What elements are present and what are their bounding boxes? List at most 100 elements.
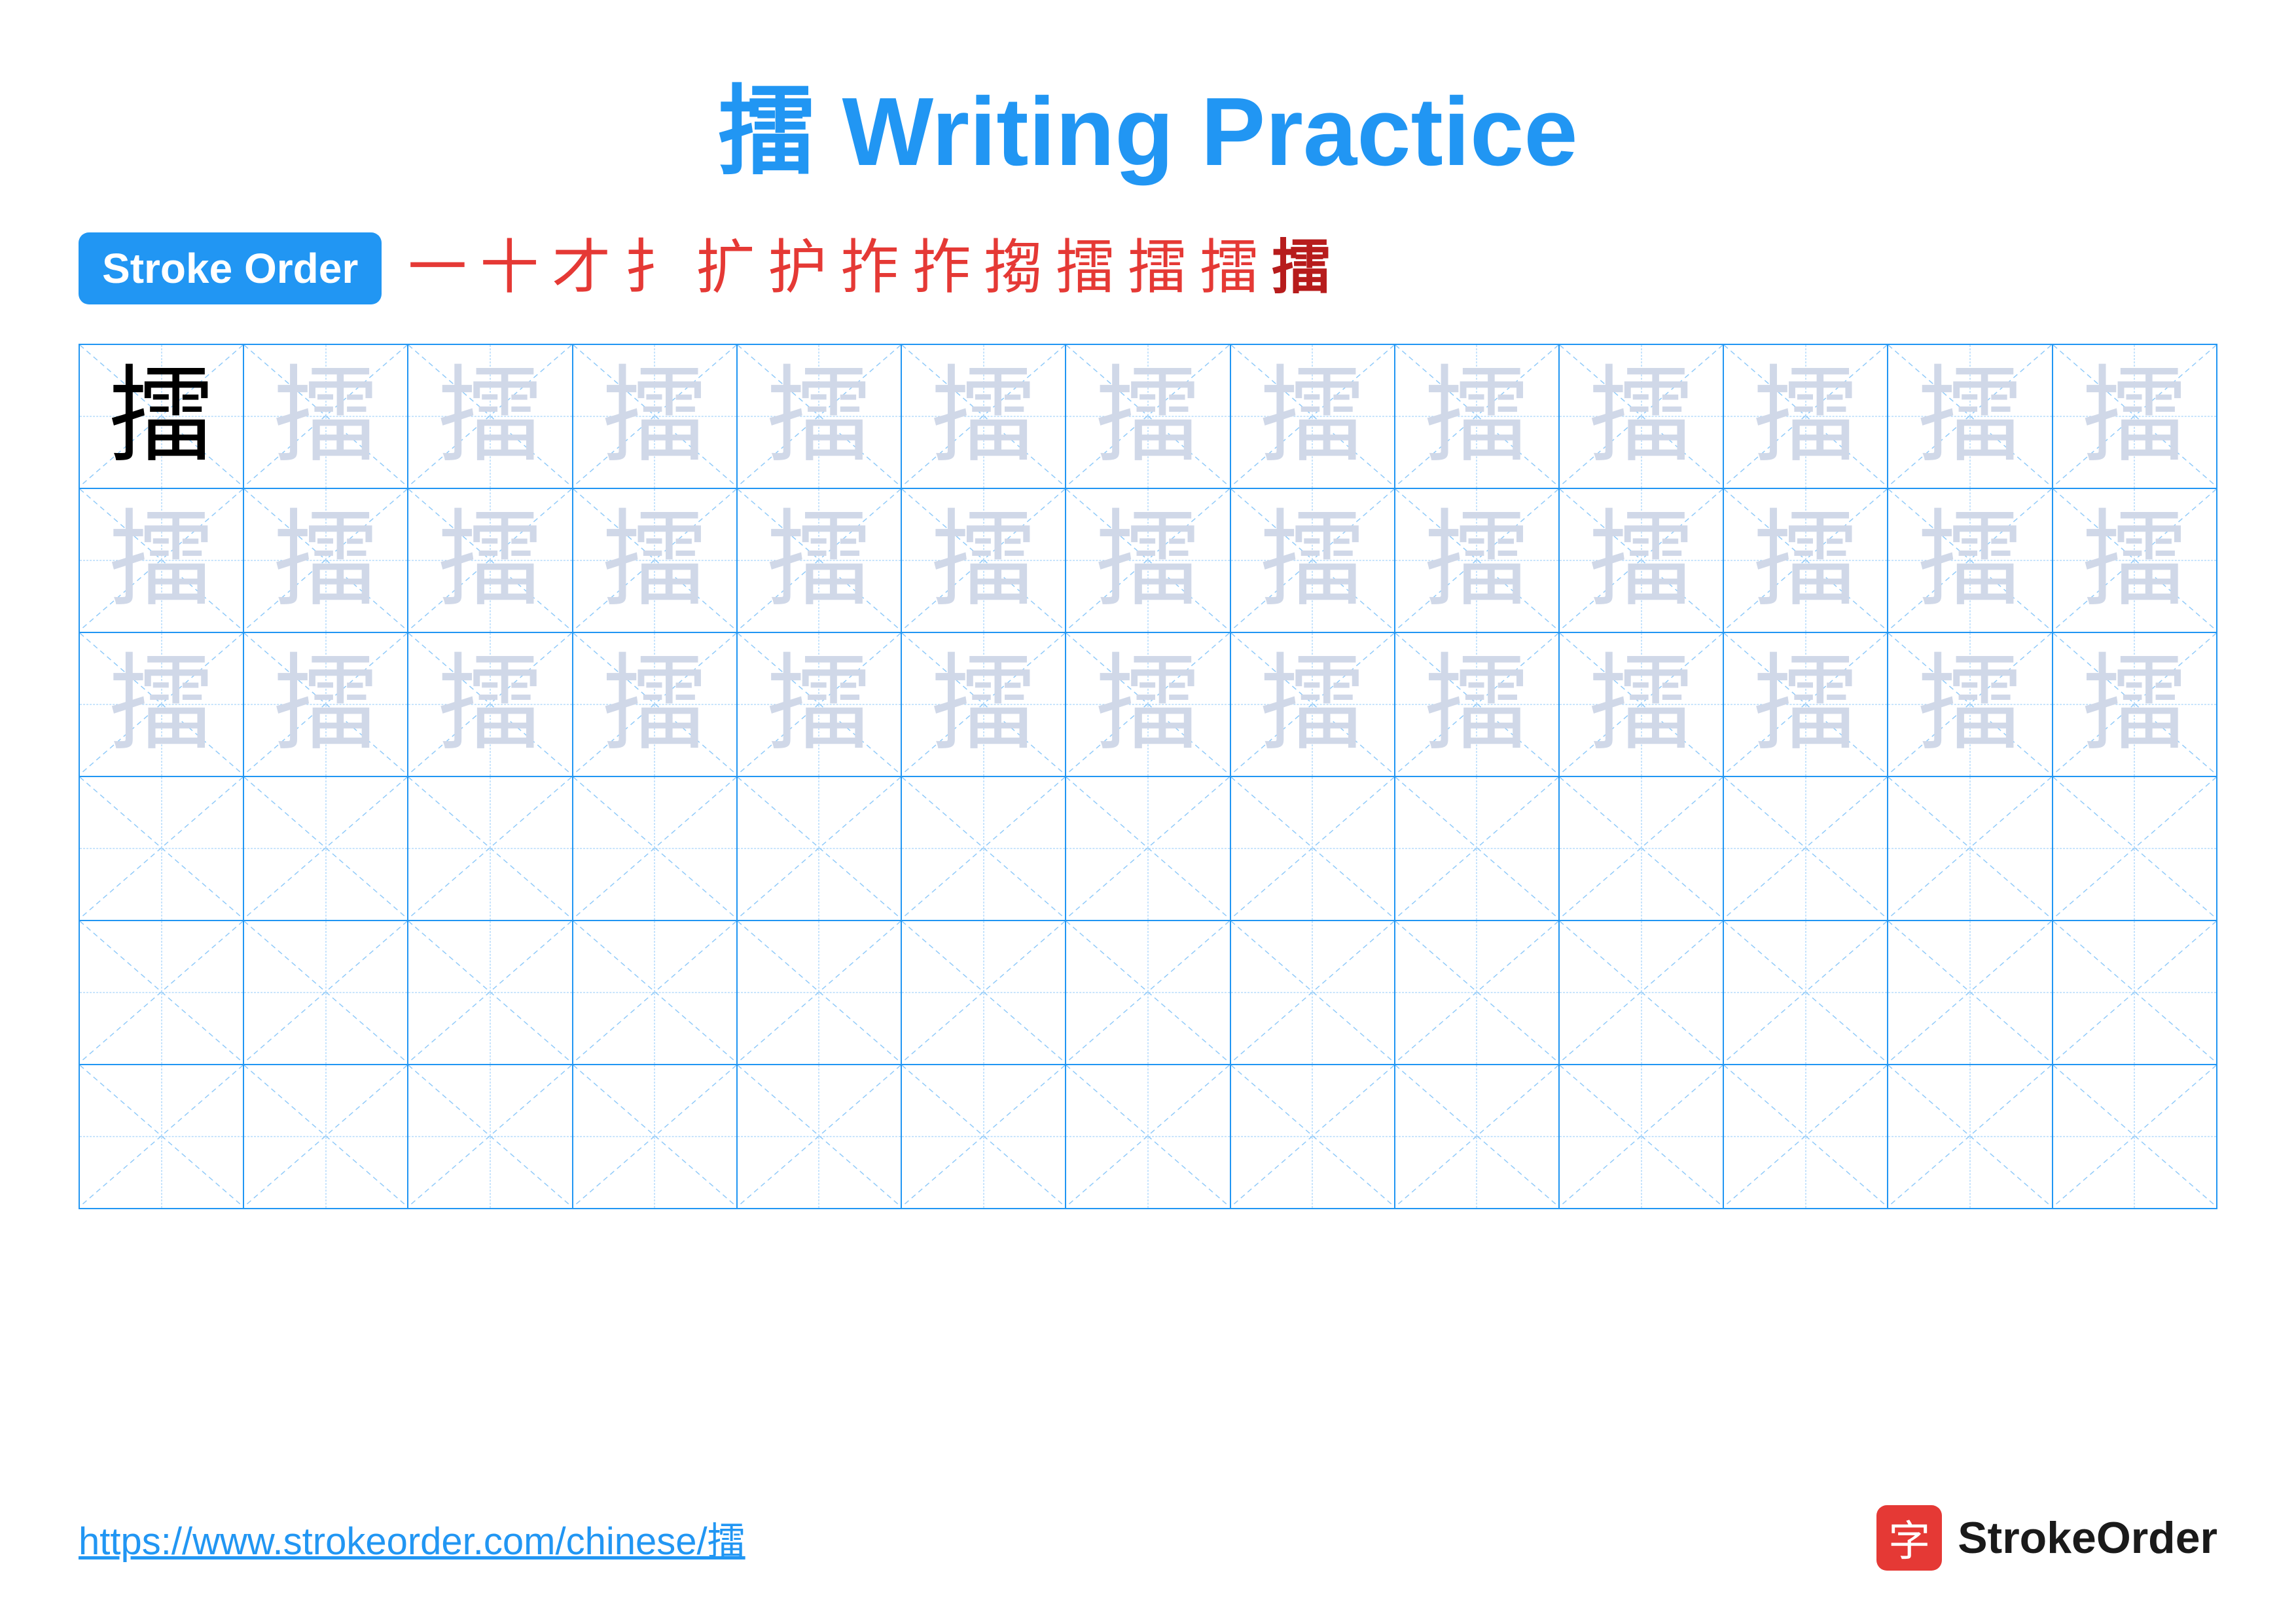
footer-url[interactable]: https://www.strokeorder.com/chinese/擂	[79, 1510, 745, 1565]
grid-cell-1-13[interactable]: 擂	[2053, 344, 2217, 488]
grid-cell-5-4[interactable]	[573, 921, 737, 1065]
grid-cell-4-6[interactable]	[901, 776, 1066, 921]
grid-cell-4-2[interactable]	[243, 776, 408, 921]
grid-cell-6-9[interactable]	[1395, 1065, 1559, 1209]
grid-cell-1-12[interactable]: 擂	[1888, 344, 2052, 488]
grid-cell-3-6[interactable]: 擂	[901, 632, 1066, 776]
grid-cell-5-10[interactable]	[1559, 921, 1723, 1065]
grid-cell-3-12[interactable]: 擂	[1888, 632, 2052, 776]
grid-cell-4-7[interactable]	[1066, 776, 1230, 921]
grid-cell-3-8[interactable]: 擂	[1230, 632, 1395, 776]
grid-cell-1-1[interactable]: 擂	[79, 344, 243, 488]
grid-cell-6-5[interactable]	[737, 1065, 901, 1209]
stroke-steps: 一 十 才 扌 扩 护 拃 拃 搊 擂 擂 擂 擂	[408, 239, 1331, 298]
grid-cell-2-2[interactable]: 擂	[243, 488, 408, 632]
grid-cell-1-4[interactable]: 擂	[573, 344, 737, 488]
stroke-step-9: 搊	[984, 239, 1043, 298]
grid-cell-5-12[interactable]	[1888, 921, 2052, 1065]
grid-cell-2-9[interactable]: 擂	[1395, 488, 1559, 632]
grid-cell-5-1[interactable]	[79, 921, 243, 1065]
grid-cell-1-2[interactable]: 擂	[243, 344, 408, 488]
stroke-step-5: 扩	[696, 239, 755, 298]
stroke-step-4: 扌	[624, 239, 683, 298]
grid-cell-3-13[interactable]: 擂	[2053, 632, 2217, 776]
grid-cell-4-5[interactable]	[737, 776, 901, 921]
grid-cell-2-13[interactable]: 擂	[2053, 488, 2217, 632]
grid-cell-3-5[interactable]: 擂	[737, 632, 901, 776]
grid-cell-5-2[interactable]	[243, 921, 408, 1065]
grid-cell-3-2[interactable]: 擂	[243, 632, 408, 776]
grid-cell-1-11[interactable]: 擂	[1723, 344, 1888, 488]
grid-cell-2-8[interactable]: 擂	[1230, 488, 1395, 632]
footer: https://www.strokeorder.com/chinese/擂 字 …	[79, 1505, 2217, 1571]
grid-cell-2-6[interactable]: 擂	[901, 488, 1066, 632]
grid-cell-2-7[interactable]: 擂	[1066, 488, 1230, 632]
grid-cell-6-12[interactable]	[1888, 1065, 2052, 1209]
stroke-step-7: 拃	[840, 239, 899, 298]
grid-cell-6-11[interactable]	[1723, 1065, 1888, 1209]
grid-cell-6-4[interactable]	[573, 1065, 737, 1209]
grid-cell-5-7[interactable]	[1066, 921, 1230, 1065]
grid-cell-5-8[interactable]	[1230, 921, 1395, 1065]
grid-cell-6-8[interactable]	[1230, 1065, 1395, 1209]
grid-cell-6-3[interactable]	[408, 1065, 572, 1209]
grid-cell-6-10[interactable]	[1559, 1065, 1723, 1209]
grid-cell-1-7[interactable]: 擂	[1066, 344, 1230, 488]
grid-cell-2-10[interactable]: 擂	[1559, 488, 1723, 632]
grid-cell-2-12[interactable]: 擂	[1888, 488, 2052, 632]
grid-cell-3-4[interactable]: 擂	[573, 632, 737, 776]
grid-cell-6-7[interactable]	[1066, 1065, 1230, 1209]
grid-row-4	[79, 776, 2217, 921]
stroke-step-6: 护	[768, 239, 827, 298]
grid-cell-6-1[interactable]	[79, 1065, 243, 1209]
grid-cell-3-3[interactable]: 擂	[408, 632, 572, 776]
char-solid: 擂	[109, 364, 214, 469]
grid-cell-1-9[interactable]: 擂	[1395, 344, 1559, 488]
grid-cell-6-13[interactable]	[2053, 1065, 2217, 1209]
grid-cell-4-8[interactable]	[1230, 776, 1395, 921]
grid-cell-1-6[interactable]: 擂	[901, 344, 1066, 488]
grid-cell-3-1[interactable]: 擂	[79, 632, 243, 776]
grid-cell-1-3[interactable]: 擂	[408, 344, 572, 488]
grid-cell-4-4[interactable]	[573, 776, 737, 921]
grid-cell-1-10[interactable]: 擂	[1559, 344, 1723, 488]
grid-cell-1-5[interactable]: 擂	[737, 344, 901, 488]
grid-cell-4-3[interactable]	[408, 776, 572, 921]
grid-cell-3-9[interactable]: 擂	[1395, 632, 1559, 776]
stroke-step-1: 一	[408, 239, 467, 298]
stroke-order-badge: Stroke Order	[79, 232, 382, 304]
stroke-step-2: 十	[480, 239, 539, 298]
grid-cell-3-7[interactable]: 擂	[1066, 632, 1230, 776]
grid-cell-5-5[interactable]	[737, 921, 901, 1065]
grid-cell-1-8[interactable]: 擂	[1230, 344, 1395, 488]
grid-cell-3-10[interactable]: 擂	[1559, 632, 1723, 776]
grid-cell-2-11[interactable]: 擂	[1723, 488, 1888, 632]
grid-cell-2-5[interactable]: 擂	[737, 488, 901, 632]
grid-cell-2-4[interactable]: 擂	[573, 488, 737, 632]
grid-cell-3-11[interactable]: 擂	[1723, 632, 1888, 776]
grid-row-6	[79, 1065, 2217, 1209]
brand-icon: 字	[1876, 1505, 1942, 1571]
grid-cell-4-9[interactable]	[1395, 776, 1559, 921]
grid-cell-5-9[interactable]	[1395, 921, 1559, 1065]
brand-name: StrokeOrder	[1958, 1512, 2217, 1563]
grid-row-3: 擂 擂 擂 擂 擂 擂 擂 擂 擂 擂 擂 擂 擂	[79, 632, 2217, 776]
grid-cell-4-12[interactable]	[1888, 776, 2052, 921]
grid-cell-2-3[interactable]: 擂	[408, 488, 572, 632]
grid-cell-5-11[interactable]	[1723, 921, 1888, 1065]
stroke-step-13: 擂	[1272, 239, 1331, 298]
grid-cell-4-13[interactable]	[2053, 776, 2217, 921]
grid-cell-4-11[interactable]	[1723, 776, 1888, 921]
grid-cell-6-6[interactable]	[901, 1065, 1066, 1209]
grid-cell-6-2[interactable]	[243, 1065, 408, 1209]
page: 擂 Writing Practice Stroke Order 一 十 才 扌 …	[0, 0, 2296, 1623]
grid-cell-4-1[interactable]	[79, 776, 243, 921]
grid-cell-5-13[interactable]	[2053, 921, 2217, 1065]
footer-brand: 字 StrokeOrder	[1876, 1505, 2217, 1571]
grid-cell-5-6[interactable]	[901, 921, 1066, 1065]
stroke-step-12: 擂	[1200, 239, 1259, 298]
grid-cell-5-3[interactable]	[408, 921, 572, 1065]
grid-cell-2-1[interactable]: 擂	[79, 488, 243, 632]
practice-grid: 擂 擂 擂 擂 擂 擂 擂 擂 擂 擂 擂 擂 擂 擂 擂 擂 擂 擂 擂 擂 …	[79, 344, 2217, 1209]
grid-cell-4-10[interactable]	[1559, 776, 1723, 921]
